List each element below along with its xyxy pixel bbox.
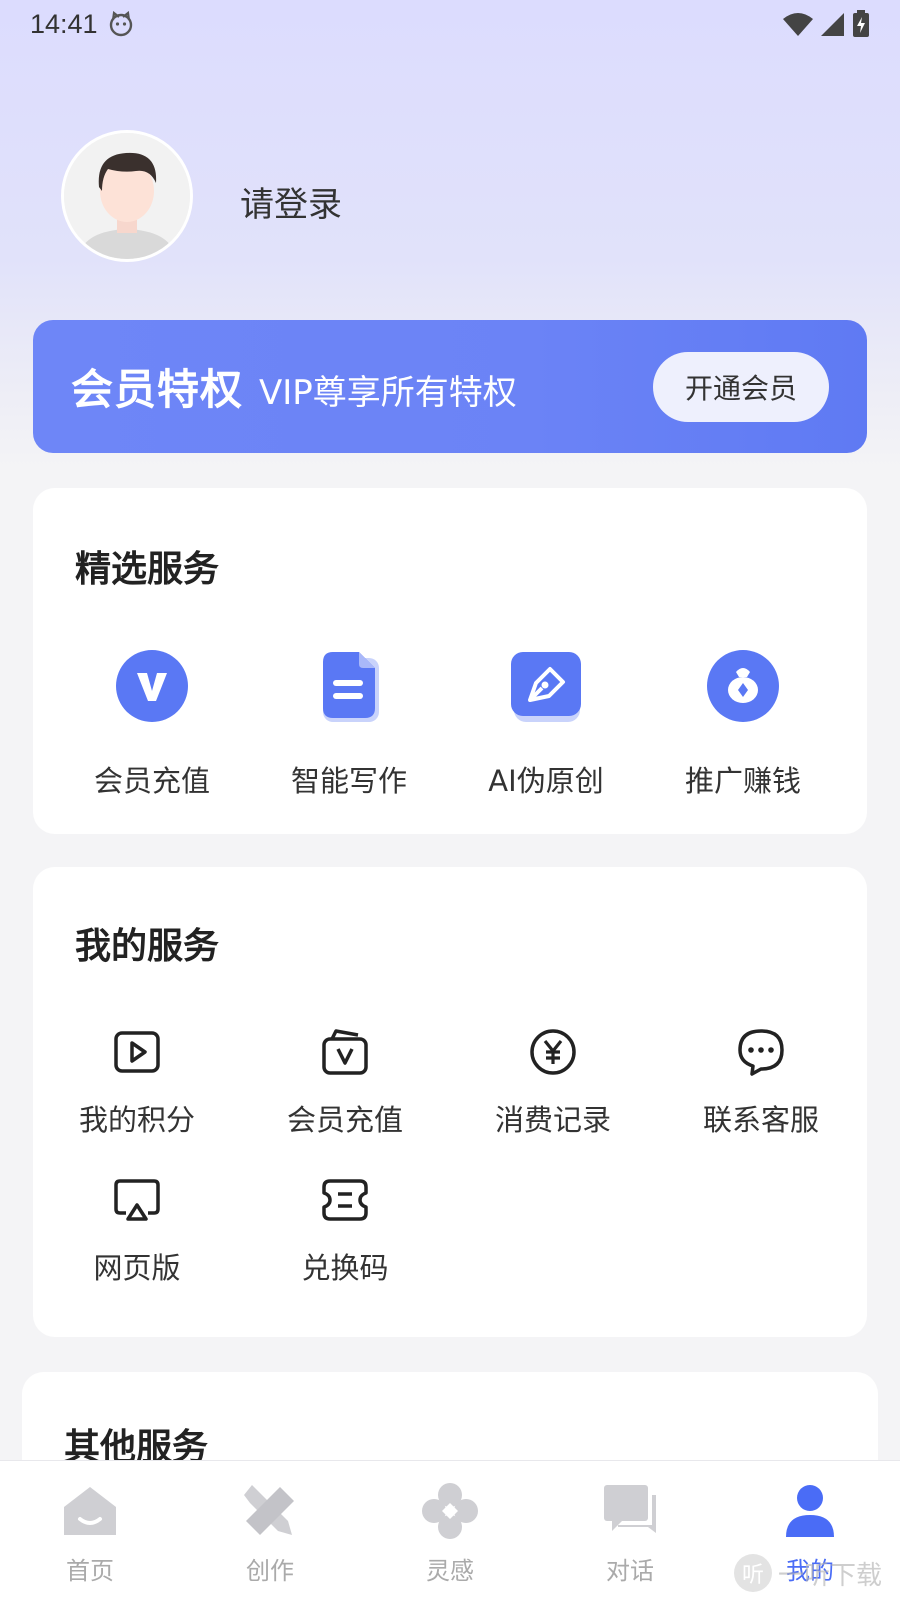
status-indicators <box>782 10 870 38</box>
service-item-web-version[interactable]: 网页版 <box>33 1175 241 1287</box>
service-item-redeem-code[interactable]: 兑换码 <box>241 1175 449 1287</box>
service-item-my-points[interactable]: 我的积分 <box>33 1027 241 1139</box>
play-square-icon <box>114 1031 160 1073</box>
tab-label: 对话 <box>606 1557 654 1585</box>
tab-chat[interactable]: 对话 <box>570 1481 690 1586</box>
inspiration-icon <box>422 1483 478 1539</box>
feature-item-ai-rewrite[interactable]: AI伪原创 <box>448 650 644 800</box>
chat-bubble-icon <box>738 1029 784 1076</box>
tab-create[interactable]: 创作 <box>210 1481 330 1586</box>
yen-circle-icon <box>530 1029 576 1075</box>
chat-icon <box>604 1485 656 1533</box>
pen-nib-icon <box>511 652 581 722</box>
ticket-icon <box>322 1179 368 1221</box>
watermark-badge: 听 <box>733 1554 772 1592</box>
bottom-tab-bar: 首页 创作 灵感 对话 我的 听 一听下载 <box>0 1460 900 1600</box>
vip-bag-icon <box>322 1029 368 1075</box>
service-item-spending-records[interactable]: 消费记录 <box>449 1027 657 1139</box>
document-icon <box>323 652 379 722</box>
vip-banner[interactable]: 会员特权 VIP尊享所有特权 开通会员 <box>33 320 867 453</box>
feature-label: 智能写作 <box>290 764 407 798</box>
home-icon <box>64 1487 116 1535</box>
service-item-customer-service[interactable]: 联系客服 <box>657 1027 865 1139</box>
open-membership-button[interactable]: 开通会员 <box>653 351 829 422</box>
service-label: 会员充值 <box>286 1103 403 1137</box>
feature-item-vip-recharge[interactable]: 会员充值 <box>54 650 250 800</box>
watermark: 听 一听下载 <box>733 1554 882 1592</box>
signal-icon <box>821 13 844 36</box>
feature-label: 会员充值 <box>93 764 210 798</box>
my-services-title: 我的服务 <box>75 926 220 967</box>
default-avatar-icon <box>64 133 190 259</box>
tab-label: 创作 <box>246 1557 294 1585</box>
service-item-vip-recharge[interactable]: 会员充值 <box>241 1027 449 1139</box>
tab-inspiration[interactable]: 灵感 <box>390 1481 510 1586</box>
tab-label: 灵感 <box>426 1557 474 1585</box>
tab-label: 首页 <box>66 1557 114 1585</box>
status-time: 14:41 <box>30 8 98 39</box>
wifi-icon <box>783 13 813 36</box>
service-label: 消费记录 <box>494 1103 611 1137</box>
login-prompt[interactable]: 请登录 <box>240 177 342 226</box>
battery-icon <box>853 10 869 37</box>
featured-services-title: 精选服务 <box>75 549 220 590</box>
user-icon <box>786 1485 834 1537</box>
status-bar: 14:41 <box>0 0 900 48</box>
avatar[interactable] <box>61 130 193 262</box>
service-label: 网页版 <box>93 1251 181 1285</box>
screen-cast-icon <box>114 1179 160 1221</box>
tab-home[interactable]: 首页 <box>30 1481 150 1586</box>
notification-cat-icon <box>109 11 132 37</box>
pen-ruler-icon <box>244 1485 294 1535</box>
featured-services-card: 精选服务 会员充值 智能写作 AI伪原创 推广赚钱 <box>33 488 867 834</box>
vip-subtitle: VIP尊享所有特权 <box>259 373 517 413</box>
service-label: 联系客服 <box>702 1103 819 1137</box>
feature-label: AI伪原创 <box>488 764 604 798</box>
feature-item-smart-writing[interactable]: 智能写作 <box>251 650 447 800</box>
watermark-text: 一听下载 <box>777 1560 882 1591</box>
vip-title: 会员特权 <box>71 365 244 414</box>
service-label: 兑换码 <box>301 1251 389 1285</box>
feature-item-promote-earn[interactable]: 推广赚钱 <box>645 650 841 800</box>
service-label: 我的积分 <box>78 1103 195 1137</box>
my-services-card: 我的服务 我的积分 会员充值 消费记录 联系客服 网页版 兑换码 <box>33 867 867 1337</box>
money-bag-icon <box>707 650 779 722</box>
vip-v-icon <box>116 650 188 722</box>
feature-label: 推广赚钱 <box>684 764 801 798</box>
